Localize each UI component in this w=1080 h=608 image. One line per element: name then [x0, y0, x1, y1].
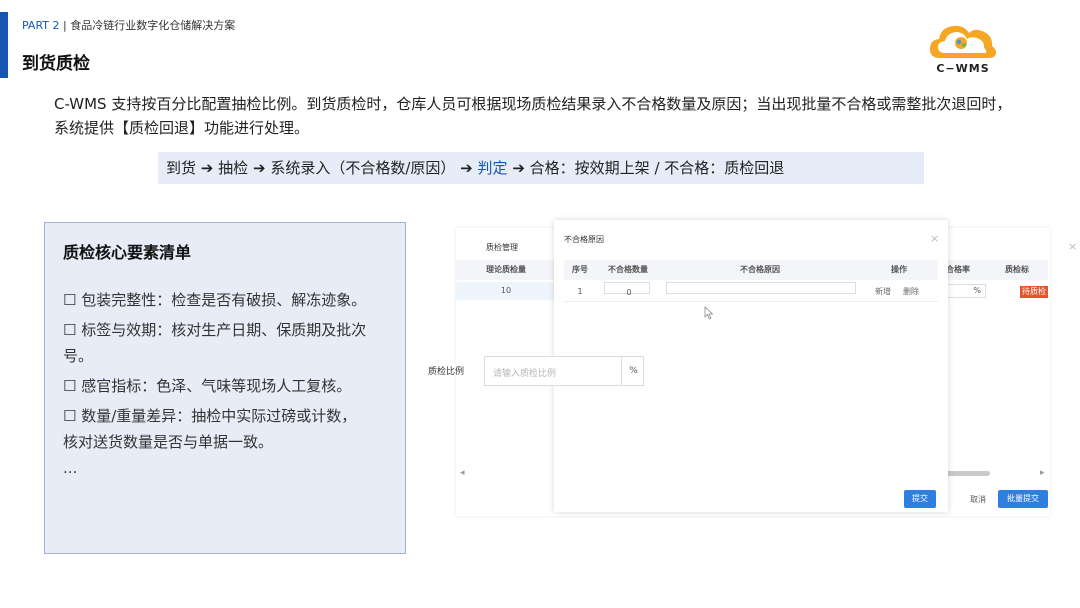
- mouse-cursor-icon: [704, 306, 714, 320]
- table-row: 1 0 新增 删除: [564, 282, 938, 302]
- cancel-button[interactable]: 取消: [970, 494, 986, 505]
- process-flow: 到货 ➔ 抽检 ➔ 系统录入（不合格数/原因） ➔ 判定 ➔ 合格：按效期上架 …: [158, 152, 924, 184]
- checklist-item-label: ☐ 标签与效期：核对生产日期、保质期及批次号。: [63, 321, 367, 365]
- section-header: PART 2 | 食品冷链行业数字化仓储解决方案: [22, 17, 235, 33]
- col-actions: 操作: [891, 265, 907, 274]
- logo-text: C−WMS: [936, 62, 990, 75]
- checklist-item-packaging: ☐ 包装完整性：检查是否有破损、解冻迹象。: [63, 291, 367, 309]
- reject-qty-input[interactable]: 0: [604, 282, 650, 297]
- submit-button[interactable]: 提交: [904, 490, 936, 508]
- pass-rate-input[interactable]: %: [946, 284, 986, 298]
- cwms-logo: C−WMS: [926, 22, 1000, 80]
- flow-arrow-icon: ➔: [252, 159, 266, 177]
- accent-bar: [0, 12, 8, 78]
- flow-arrow-icon: ➔: [460, 159, 473, 177]
- qc-ratio-placeholder: 请输入质检比例: [493, 369, 557, 379]
- scroll-right-icon[interactable]: ▸: [1040, 468, 1045, 478]
- flow-arrow-icon: ➔: [200, 159, 214, 177]
- flow-step-judgement: 判定: [477, 159, 508, 177]
- add-row-link[interactable]: 新增: [870, 282, 896, 302]
- close-icon[interactable]: ×: [1068, 240, 1077, 253]
- close-icon[interactable]: ×: [930, 232, 939, 245]
- reject-table-header: 序号 不合格数量 不合格原因 操作: [564, 260, 938, 280]
- section-name: 食品冷链行业数字化仓储解决方案: [70, 19, 236, 32]
- qc-dialog-title: 质检管理: [486, 243, 518, 252]
- checklist-item-sensory: ☐ 感官指标：色泽、气味等现场人工复核。: [63, 377, 352, 395]
- cloud-logo-icon: [930, 25, 996, 58]
- part-separator: |: [63, 19, 67, 32]
- checklist-panel: 质检核心要素清单 ☐ 包装完整性：检查是否有破损、解冻迹象。 ☐ 标签与效期：核…: [44, 222, 406, 554]
- qc-screenshot: 质检管理 × 理论质检量 10 合格率 质检标 % 待质检 ◂ ▸ 取消 批量提…: [426, 220, 1077, 516]
- percent-unit: %: [621, 357, 645, 385]
- qc-flag-header: 质检标: [986, 260, 1048, 280]
- qc-ratio-input[interactable]: 请输入质检比例 %: [484, 356, 644, 386]
- qc-ratio-label: 质检比例: [428, 367, 465, 377]
- pass-rate-header: 合格率: [946, 260, 986, 280]
- theory-qty-header: 理论质检量: [456, 260, 556, 280]
- flow-step-outcome: 合格：按效期上架 / 不合格：质检回退: [529, 159, 785, 177]
- part-label: PART 2: [22, 19, 60, 32]
- scrollbar-thumb[interactable]: [946, 471, 990, 476]
- row-index: 1: [577, 287, 583, 296]
- col-reject-reason: 不合格原因: [740, 265, 780, 274]
- page-title: 到货质检: [22, 54, 90, 74]
- reject-reason-input[interactable]: [666, 282, 856, 294]
- intro-paragraph: C-WMS 支持按百分比配置抽检比例。到货质检时，仓库人员可根据现场质检结果录入…: [54, 95, 1012, 137]
- theory-qty-cell: 10: [456, 282, 556, 300]
- checklist-more: ...: [63, 459, 78, 477]
- checklist-title: 质检核心要素清单: [63, 243, 192, 262]
- flow-step-arrival: 到货: [166, 159, 197, 177]
- checklist-item-quantity: ☐ 数量/重量差异：抽检中实际过磅或计数，核对送货数量是否与单据一致。: [63, 407, 357, 451]
- flow-arrow-icon: ➔: [512, 159, 525, 177]
- flow-step-sampling: 抽检: [218, 159, 249, 177]
- batch-submit-button[interactable]: 批量提交: [998, 490, 1048, 508]
- modal-title: 不合格原因: [564, 235, 604, 244]
- delete-row-link[interactable]: 删除: [898, 282, 924, 302]
- scroll-left-icon[interactable]: ◂: [460, 468, 465, 478]
- col-reject-qty: 不合格数量: [608, 265, 648, 274]
- status-badge: 待质检: [1020, 286, 1048, 298]
- flow-step-entry: 系统录入（不合格数/原因）: [270, 159, 456, 177]
- col-index: 序号: [572, 265, 588, 274]
